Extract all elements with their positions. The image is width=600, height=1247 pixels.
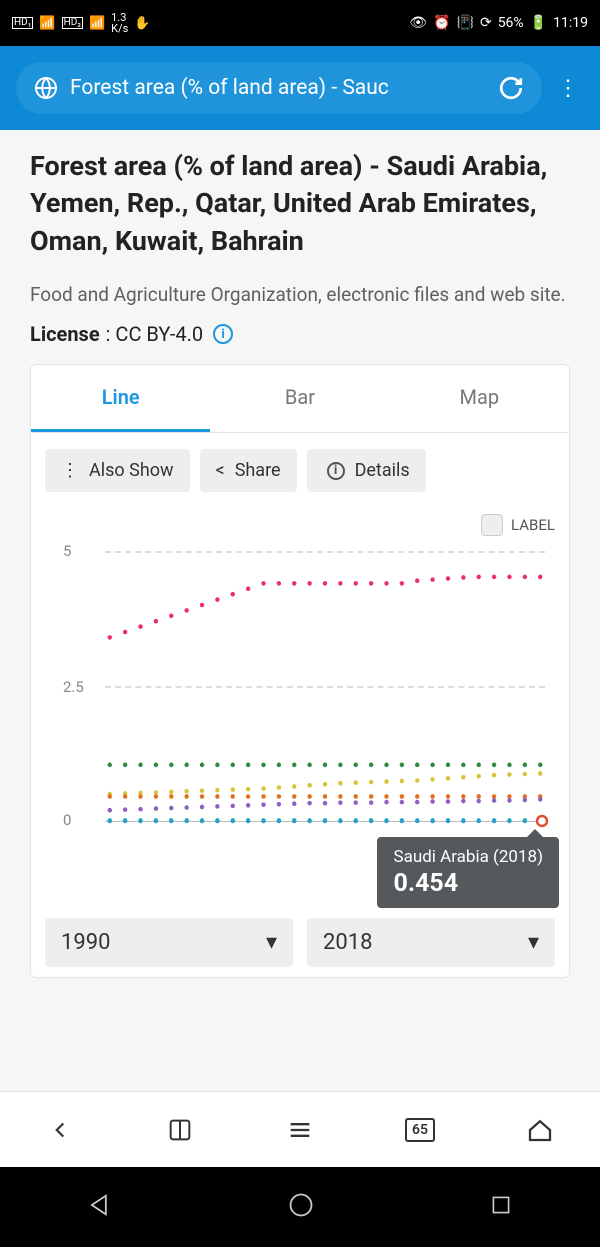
more-menu-button[interactable]: ⋮	[552, 76, 584, 101]
eye-icon: 👁	[409, 15, 427, 31]
details-label: Details	[355, 460, 410, 481]
menu-button[interactable]	[278, 1108, 322, 1152]
back-button[interactable]	[38, 1108, 82, 1152]
status-left: HD₁ 📶 HD₂ 📶 1.3K/s ✋	[12, 12, 150, 34]
also-show-button[interactable]: ⋮ Also Show	[45, 449, 190, 492]
y-tick-5: 5	[63, 542, 71, 560]
chevron-down-icon: ▾	[528, 930, 539, 955]
license-label: License	[30, 322, 100, 346]
share-icon: <	[216, 460, 225, 481]
chart-plot-area[interactable]: 5 2.5 0	[45, 518, 555, 848]
tab-bar[interactable]: Bar	[210, 365, 389, 432]
y-tick-2-5: 2.5	[63, 678, 84, 696]
browser-bottom-nav: 65	[0, 1091, 600, 1167]
url-text: Forest area (% of land area) - Sauc	[70, 76, 486, 100]
android-recent-button[interactable]	[488, 1192, 514, 1222]
status-bar: HD₁ 📶 HD₂ 📶 1.3K/s ✋ 👁 ⏰ 📳 ⟳ 56% 🔋 11:19	[0, 0, 600, 46]
info-icon[interactable]: i	[213, 324, 233, 344]
home-button[interactable]	[518, 1108, 562, 1152]
chart-container: LABEL 5 2.5 0 Saudi Arabia (2018) 0.454	[31, 508, 569, 848]
tooltip-label: Saudi Arabia (2018)	[393, 847, 543, 867]
year-end-value: 2018	[323, 930, 372, 955]
page-content: Forest area (% of land area) - Saudi Ara…	[0, 130, 600, 978]
license-line: License : CC BY-4.0 i	[30, 322, 570, 346]
year-end-select[interactable]: 2018 ▾	[307, 918, 555, 967]
tab-line[interactable]: Line	[31, 365, 210, 432]
hd2-indicator: HD₂	[62, 17, 83, 29]
details-button[interactable]: i Details	[307, 449, 426, 492]
android-nav-bar	[0, 1167, 600, 1247]
alarm-icon: ⏰	[433, 15, 450, 31]
hand-icon: ✋	[134, 16, 150, 31]
chart-type-tabs: Line Bar Map	[31, 365, 569, 433]
tabs-button[interactable]: 65	[398, 1108, 442, 1152]
battery-icon: 🔋	[530, 15, 547, 31]
year-start-value: 1990	[61, 930, 110, 955]
y-tick-0: 0	[63, 811, 71, 829]
source-attribution: Food and Agriculture Organization, elect…	[30, 280, 570, 310]
chart-svg	[105, 518, 545, 848]
tooltip-value: 0.454	[393, 869, 543, 898]
datapoint-marker-icon	[535, 814, 549, 828]
status-right: 👁 ⏰ 📳 ⟳ 56% 🔋 11:19	[409, 15, 588, 31]
share-button[interactable]: < Share	[200, 449, 297, 492]
vibrate-icon: 📳	[457, 15, 474, 31]
chevron-down-icon: ▾	[266, 930, 277, 955]
tab-count: 65	[405, 1118, 435, 1142]
battery-percent: 56%	[498, 15, 524, 31]
chart-tooltip: Saudi Arabia (2018) 0.454	[377, 837, 559, 908]
signal-1-icon: 📶	[39, 16, 55, 31]
chart-actions: ⋮ Also Show < Share i Details	[31, 433, 569, 508]
globe-icon	[34, 76, 58, 100]
net-speed: 1.3K/s	[111, 12, 128, 34]
dots-vertical-icon: ⋮	[61, 460, 79, 481]
info-icon: i	[327, 462, 345, 480]
share-label: Share	[235, 460, 281, 481]
browser-toolbar: Forest area (% of land area) - Sauc ⋮	[0, 46, 600, 130]
chart-card: Line Bar Map ⋮ Also Show < Share i Detai…	[30, 364, 570, 978]
hd1-indicator: HD₁	[12, 17, 33, 29]
tab-map[interactable]: Map	[390, 365, 569, 432]
bookmarks-button[interactable]	[158, 1108, 202, 1152]
license-value: : CC BY-4.0	[106, 322, 204, 346]
android-home-button[interactable]	[287, 1191, 315, 1223]
android-back-button[interactable]	[86, 1191, 114, 1223]
page-title: Forest area (% of land area) - Saudi Ara…	[30, 148, 570, 260]
also-show-label: Also Show	[89, 460, 174, 481]
url-bar[interactable]: Forest area (% of land area) - Sauc	[16, 62, 542, 114]
year-start-select[interactable]: 1990 ▾	[45, 918, 293, 967]
data-icon: ⟳	[480, 15, 492, 31]
clock: 11:19	[553, 15, 588, 31]
refresh-icon[interactable]	[498, 75, 524, 101]
signal-2-icon: 📶	[89, 16, 105, 31]
